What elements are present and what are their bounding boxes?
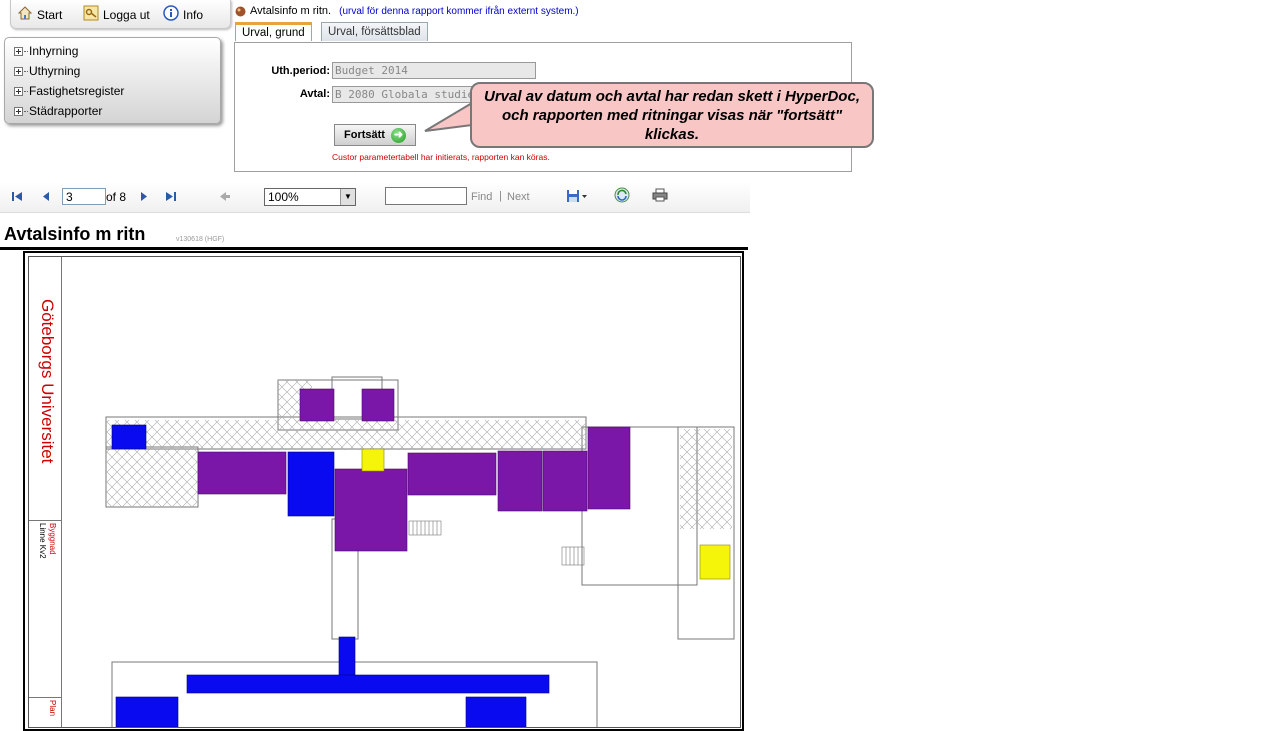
left-menu: Inhyrning Uthyrning Fastighetsregister S… xyxy=(4,37,221,124)
report-version-stamp: v130618 (HGF) xyxy=(176,236,225,243)
find-next-link[interactable]: Next xyxy=(507,191,530,203)
divider xyxy=(29,520,61,521)
find-input[interactable] xyxy=(385,187,467,205)
report-note: (urval för denna rapport kommer ifrån ex… xyxy=(339,5,579,17)
divider xyxy=(29,697,61,698)
byggnad-value: Linne Kv2 xyxy=(38,523,47,559)
zoom-value: 100% xyxy=(268,190,299,204)
menu-item-uthyrning[interactable]: Uthyrning xyxy=(14,64,80,78)
title-block: Göteborgs Universitet Byggnad Linne Kv2 … xyxy=(29,257,62,727)
back-icon[interactable] xyxy=(217,189,231,203)
menu-item-stadrapporter[interactable]: Städrapporter xyxy=(14,104,102,118)
menu-item-label: Inhyrning xyxy=(29,44,79,58)
print-icon[interactable] xyxy=(652,187,668,203)
header-divider xyxy=(0,247,748,250)
start-button[interactable]: Start xyxy=(17,4,62,22)
report-title-bar: Avtalsinfo m ritn. (urval för denna rapp… xyxy=(235,5,579,17)
room-hatch xyxy=(680,429,732,529)
expand-icon[interactable] xyxy=(14,66,23,76)
drawing-frame: Göteborgs Universitet Byggnad Linne Kv2 … xyxy=(28,256,741,728)
avtal-label: Avtal: xyxy=(299,88,330,100)
last-page-icon[interactable] xyxy=(164,189,178,203)
logout-button[interactable]: Logga ut xyxy=(83,4,150,22)
start-label: Start xyxy=(37,8,63,22)
logout-label: Logga ut xyxy=(103,8,150,22)
chevron-down-icon[interactable]: ▼ xyxy=(340,189,355,205)
arrow-right-icon: ➜ xyxy=(390,127,406,143)
floor-plan-svg xyxy=(105,376,735,727)
expand-icon[interactable] xyxy=(14,86,23,96)
expand-icon[interactable] xyxy=(14,46,23,56)
menu-item-fastighetsregister[interactable]: Fastighetsregister xyxy=(14,84,124,98)
period-label: Uth.period: xyxy=(271,65,330,77)
report-name: Avtalsinfo m ritn. xyxy=(250,5,332,17)
tab-label: Urval, försättsblad xyxy=(328,26,421,38)
tab-label: Urval, grund xyxy=(242,27,305,39)
find-link[interactable]: Find xyxy=(471,191,492,203)
info-label: Info xyxy=(183,8,204,22)
info-button[interactable]: Info xyxy=(163,4,203,22)
page-total: of 8 xyxy=(106,190,127,204)
first-page-icon[interactable] xyxy=(10,189,24,203)
tab-urval-grund[interactable]: Urval, grund xyxy=(235,22,312,41)
menu-item-label: Fastighetsregister xyxy=(29,84,125,98)
page-number-input[interactable] xyxy=(62,188,106,205)
callout-text: Urval av datum och avtal har redan skett… xyxy=(484,87,860,143)
expand-icon[interactable] xyxy=(14,106,23,116)
period-field[interactable]: Budget 2014 xyxy=(332,62,536,79)
next-page-icon[interactable] xyxy=(137,189,151,203)
menu-item-label: Uthyrning xyxy=(29,64,81,78)
menu-item-label: Städrapporter xyxy=(29,104,103,118)
corridor-hatch xyxy=(106,420,586,450)
purple-rooms xyxy=(197,388,631,552)
top-nav: Start Logga ut Info xyxy=(10,0,231,29)
byggnad-label: Byggnad xyxy=(48,523,57,555)
key-icon xyxy=(83,5,99,21)
zoom-select[interactable]: 100% ▼ xyxy=(264,188,356,206)
find-separator: | xyxy=(499,190,502,202)
room-hatch xyxy=(106,449,198,507)
report-toolbar: of 8 100% ▼ Find | Next xyxy=(0,182,750,213)
home-icon xyxy=(17,6,33,20)
continue-button[interactable]: Fortsätt ➜ xyxy=(334,124,416,146)
report-icon xyxy=(235,6,246,16)
previous-page-icon[interactable] xyxy=(39,189,53,203)
menu-item-inhyrning[interactable]: Inhyrning xyxy=(14,44,78,58)
floor-plan-drawing: Göteborgs Universitet Byggnad Linne Kv2 … xyxy=(23,251,744,731)
export-icon[interactable] xyxy=(566,189,588,203)
tab-urval-forsattsblad[interactable]: Urval, försättsblad xyxy=(321,22,428,41)
report-header: Avtalsinfo m ritn xyxy=(4,224,146,244)
plan-label: Plan xyxy=(48,700,57,717)
callout-bubble: Urval av datum och avtal har redan skett… xyxy=(470,82,874,148)
continue-label: Fortsätt xyxy=(344,129,385,141)
org-name: Göteborgs Universitet xyxy=(38,299,57,464)
refresh-icon[interactable] xyxy=(614,187,630,203)
stairs xyxy=(408,520,585,566)
status-message: Custor parametertabell har initierats, r… xyxy=(332,152,550,162)
info-icon xyxy=(163,5,179,21)
